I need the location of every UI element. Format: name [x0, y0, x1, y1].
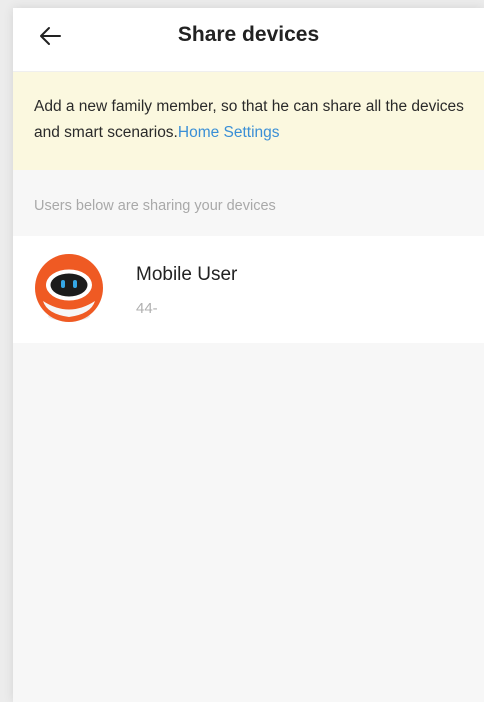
avatar	[33, 254, 105, 326]
page-title: Share devices	[177, 23, 320, 46]
robot-avatar-icon	[35, 254, 103, 322]
home-settings-link[interactable]: Home Settings	[178, 124, 280, 141]
screen: Share devices Add a new family member, s…	[13, 8, 484, 702]
top-bar: Share devices	[13, 8, 484, 72]
info-banner: Add a new family member, so that he can …	[13, 72, 484, 170]
section-header: Users below are sharing your devices	[34, 198, 276, 214]
user-phone: 44-	[136, 300, 158, 317]
user-name: Mobile User	[136, 264, 238, 285]
user-list-item[interactable]: Mobile User 44-	[13, 236, 484, 343]
